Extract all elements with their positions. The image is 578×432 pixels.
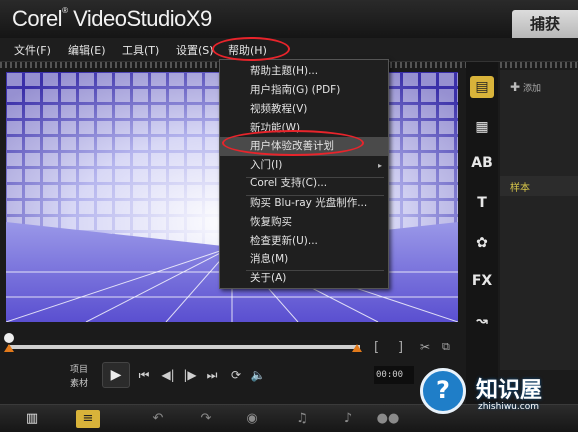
menu-help-topics[interactable]: 帮助主题(H)... (220, 62, 388, 81)
library-sample-item[interactable]: 样本 (500, 176, 578, 196)
scrubber-thumb[interactable] (4, 333, 14, 343)
play-button[interactable]: ▶ (102, 362, 130, 388)
home-icon[interactable]: ⏮ (134, 366, 154, 384)
redo-icon[interactable]: ↷ (194, 410, 218, 428)
library-add-button[interactable]: ✚ 添加 (510, 80, 541, 94)
graphic-icon[interactable]: ✿ (470, 232, 494, 254)
watermark-title: 知识屋 (476, 378, 543, 403)
plus-icon: ✚ (510, 80, 521, 94)
transition-icon[interactable]: AB (470, 152, 494, 174)
mark-out-marker[interactable] (352, 344, 362, 352)
submenu-arrow-icon: ▸ (377, 161, 382, 170)
storyboard-view-icon[interactable]: ▥ (20, 410, 44, 428)
menu-user-guide[interactable]: 用户指南(G) (PDF) (220, 81, 388, 100)
menu-getting-started[interactable]: 入门(I) ▸ (220, 156, 388, 175)
menu-tools[interactable]: 工具(T) (122, 42, 159, 58)
menu-file[interactable]: 文件(F) (14, 42, 51, 58)
split-clip-icon[interactable]: ✂ (420, 340, 430, 354)
title-bar: Corel® VideoStudioX9 捕获 (0, 0, 578, 38)
menu-help[interactable]: 帮助(H) (228, 42, 267, 58)
menu-corel-support[interactable]: Corel 支持(C)... (220, 174, 388, 193)
mark-in-marker[interactable] (4, 344, 14, 352)
instant-project-icon[interactable]: ▦ (470, 116, 494, 138)
menu-messages[interactable]: 消息(M) (220, 250, 388, 269)
record-capture-icon[interactable]: ◉ (240, 410, 264, 428)
auto-music-icon[interactable]: ♪ (336, 410, 360, 428)
timeline-view-icon[interactable]: ≡ (76, 410, 100, 428)
menu-check-updates[interactable]: 检查更新(U)... (220, 232, 388, 251)
app-title: Corel® VideoStudioX9 (12, 6, 212, 31)
timecode-display[interactable]: 00:00 (374, 366, 414, 384)
help-dropdown-menu: 帮助主题(H)... 用户指南(G) (PDF) 视频教程(V) 新功能(W) … (219, 59, 389, 289)
title-icon[interactable]: T (470, 192, 494, 214)
menu-settings[interactable]: 设置(S) (176, 42, 214, 58)
mark-in-button[interactable]: [ (374, 340, 379, 355)
undo-icon[interactable]: ↶ (146, 410, 170, 428)
next-frame-icon[interactable]: |▶ (180, 366, 200, 384)
enlarge-preview-icon[interactable]: ⧉ (442, 340, 450, 354)
path-icon[interactable]: ↝ (470, 310, 494, 332)
filter-fx-icon[interactable]: FX (470, 270, 494, 292)
menu-buy-bluray[interactable]: 购买 Blu-ray 光盘制作... (220, 194, 388, 213)
library-panel: ✚ 添加 样本 (500, 70, 578, 370)
library-category-strip: ▤ ▦ AB T ✿ FX ↝ (466, 62, 498, 404)
repeat-icon[interactable]: ⟳ (226, 366, 246, 384)
menu-whats-new[interactable]: 新功能(W) (220, 119, 388, 138)
question-icon: ? (420, 368, 466, 414)
watermark-logo: ? 知识屋 zhishiwu.com (418, 366, 578, 428)
volume-icon[interactable]: 🔈 (248, 366, 268, 384)
media-library-icon[interactable]: ▤ (470, 76, 494, 98)
mark-out-button[interactable]: ] (398, 340, 403, 355)
menu-edit[interactable]: 编辑(E) (68, 42, 106, 58)
sound-mixer-icon[interactable]: ♫ (290, 410, 314, 428)
motion-tracking-icon[interactable]: ●● (376, 410, 400, 428)
scrub-bar[interactable] (8, 345, 360, 349)
mode-project-label[interactable]: 项目 (70, 362, 88, 375)
menu-restore-purchase[interactable]: 恢复购买 (220, 213, 388, 232)
mode-clip-label[interactable]: 素材 (70, 376, 88, 389)
previous-frame-icon[interactable]: ◀| (158, 366, 178, 384)
menu-about[interactable]: 关于(A) (220, 269, 388, 288)
watermark-url: zhishiwu.com (478, 402, 539, 412)
menu-user-experience-program[interactable]: 用户体验改善计划 (220, 137, 388, 156)
end-icon[interactable]: ⏭ (202, 366, 222, 384)
menu-video-tutorials[interactable]: 视频教程(V) (220, 100, 388, 119)
tab-capture[interactable]: 捕获 (512, 10, 578, 38)
